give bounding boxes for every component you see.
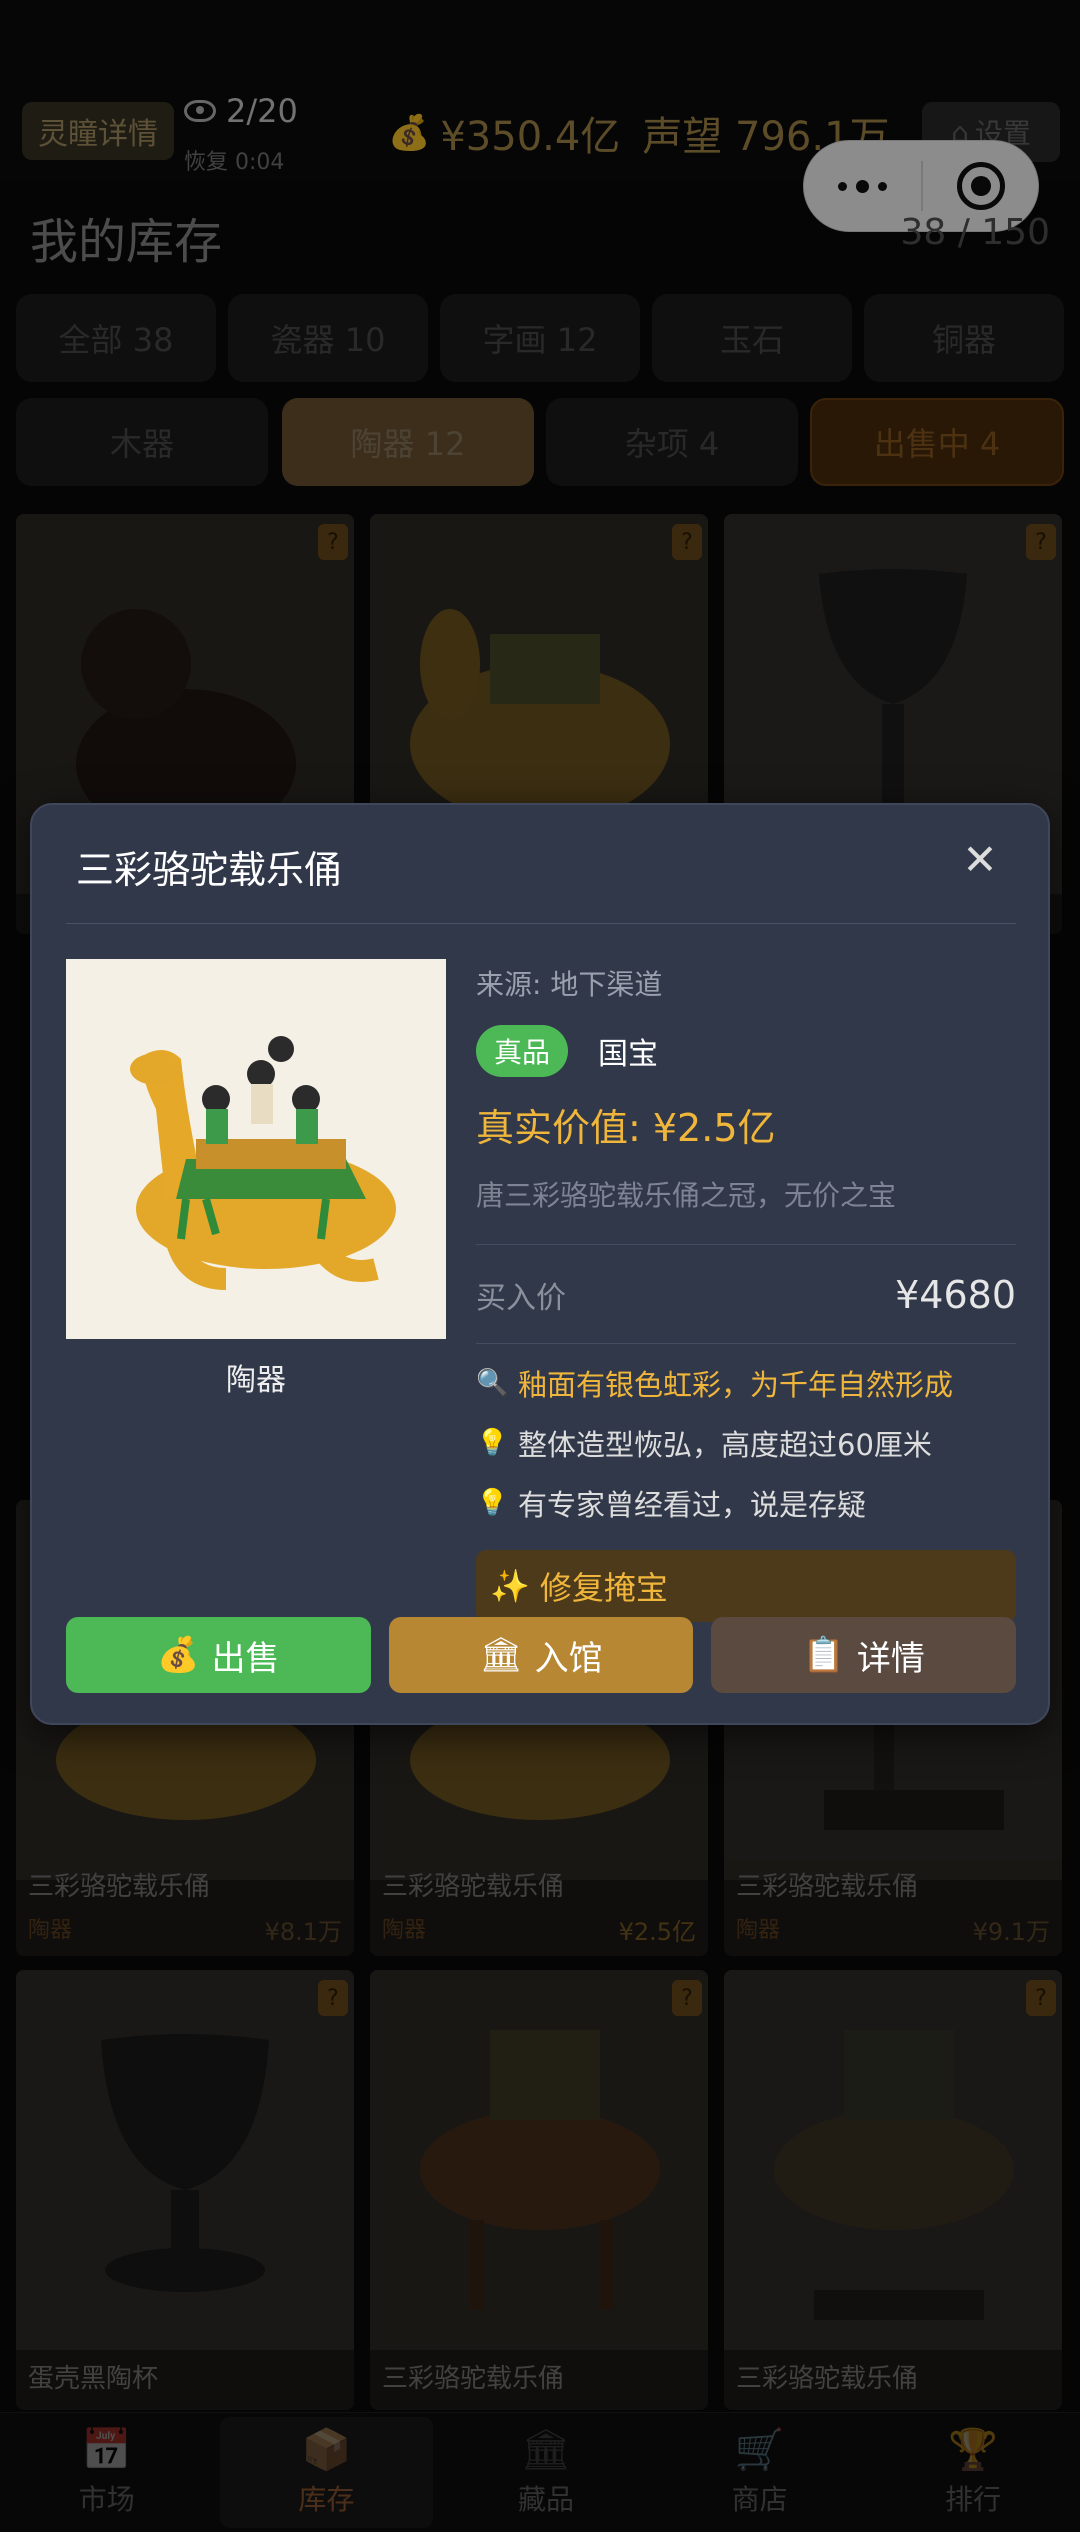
item-detail-modal: 三彩骆驼载乐俑 ✕ 陶器 来源: 地下渠道 真品 国宝 真实价值: ¥2.5亿 … bbox=[30, 803, 1050, 1725]
clue-item: 🔍 釉面有银色虹彩，为千年自然形成 bbox=[476, 1362, 1016, 1404]
badge-row: 真品 国宝 bbox=[476, 1025, 1016, 1077]
item-info: 来源: 地下渠道 真品 国宝 真实价值: ¥2.5亿 唐三彩骆驼载乐俑之冠，无价… bbox=[476, 959, 1016, 1622]
museum-icon: 🏛 bbox=[479, 1635, 523, 1675]
modal-title: 三彩骆驼载乐俑 bbox=[76, 848, 343, 892]
item-source: 来源: 地下渠道 bbox=[476, 968, 663, 1001]
purchase-price-value: ¥4680 bbox=[895, 1273, 1016, 1317]
sparkle-icon: ✨ bbox=[490, 1567, 530, 1605]
modal-actions: 💰 出售 🏛 入馆 📋 详情 bbox=[66, 1617, 1017, 1693]
clue-item: 💡 有专家曾经看过，说是存疑 bbox=[476, 1482, 1016, 1524]
purchase-price-label: 买入价 bbox=[476, 1281, 566, 1316]
magnifier-icon: 🔍 bbox=[476, 1368, 509, 1398]
details-button[interactable]: 📋 详情 bbox=[711, 1617, 1017, 1693]
repair-label: 修复掩宝 bbox=[539, 1569, 668, 1607]
item-description: 唐三彩骆驼载乐俑之冠，无价之宝 bbox=[476, 1179, 897, 1212]
true-value: 真实价值: ¥2.5亿 bbox=[476, 1106, 776, 1150]
museum-label: 入馆 bbox=[534, 1638, 603, 1679]
clue-text: 有专家曾经看过，说是存疑 bbox=[518, 1488, 867, 1522]
purchase-price-row: 买入价 ¥4680 bbox=[476, 1273, 1016, 1317]
item-category-caption: 陶器 bbox=[226, 1363, 286, 1398]
details-label: 详情 bbox=[856, 1638, 925, 1679]
clue-text: 整体造型恢弘，高度超过60厘米 bbox=[518, 1428, 932, 1462]
repair-button[interactable]: ✨ 修复掩宝 bbox=[476, 1550, 1016, 1622]
bulb-icon: 💡 bbox=[476, 1428, 509, 1458]
bulb-icon: 💡 bbox=[476, 1488, 509, 1518]
sell-label: 出售 bbox=[211, 1638, 280, 1679]
clue-item: 💡 整体造型恢弘，高度超过60厘米 bbox=[476, 1422, 1016, 1464]
close-button[interactable]: ✕ bbox=[956, 834, 1004, 884]
authentic-badge: 真品 bbox=[476, 1025, 569, 1077]
add-to-museum-button[interactable]: 🏛 入馆 bbox=[388, 1617, 694, 1693]
grade-label: 国宝 bbox=[598, 1037, 659, 1072]
money-bag-icon: 💰 bbox=[157, 1635, 200, 1675]
clue-text: 釉面有银色虹彩，为千年自然形成 bbox=[518, 1368, 954, 1402]
divider bbox=[476, 1244, 1016, 1245]
clipboard-icon: 📋 bbox=[802, 1635, 845, 1675]
item-image bbox=[66, 959, 446, 1339]
divider bbox=[66, 923, 1016, 924]
sell-button[interactable]: 💰 出售 bbox=[66, 1617, 371, 1693]
close-icon: ✕ bbox=[962, 834, 998, 884]
divider bbox=[476, 1343, 1016, 1344]
